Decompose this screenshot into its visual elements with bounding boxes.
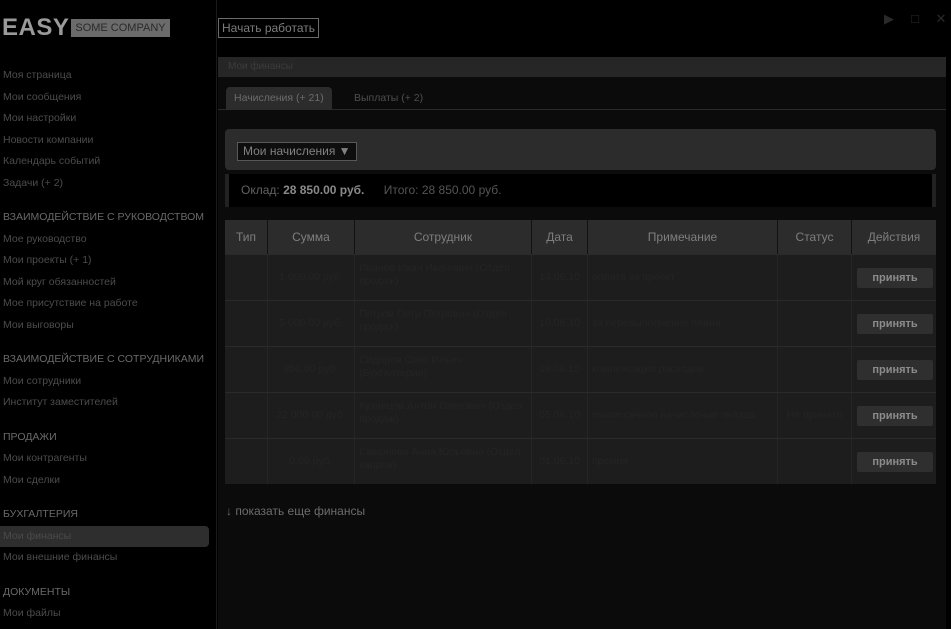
cell-type — [225, 301, 268, 346]
cell-status — [778, 347, 852, 392]
cell-type — [225, 393, 268, 438]
salary-label: Оклад: — [241, 183, 280, 197]
window-controls: ▶ □ ✕ — [879, 11, 951, 27]
show-more-finances-link[interactable]: ↓ показать еще финансы — [226, 504, 365, 518]
table-header: Тип Сумма Сотрудник Дата Примечание Стат… — [225, 220, 936, 254]
table-row: 5 000.00 руб. Петров Петр Петрович (Отде… — [225, 300, 936, 346]
column-header-actions: Действия — [867, 230, 921, 244]
logo-subtitle: SOME COMPANY — [71, 19, 170, 37]
sidebar-item-my-finances[interactable]: Мои финансы — [0, 525, 209, 547]
cell-sum: 1 000.00 руб. — [268, 255, 355, 300]
cell-status — [778, 301, 852, 346]
sidebar-nav: Моя страница Мои сообщения Мои настройки… — [0, 65, 212, 625]
sidebar-item-news[interactable]: Новости компании — [0, 130, 212, 152]
column-header-date: Дата — [532, 220, 588, 254]
sidebar-item-my-employees[interactable]: Мои сотрудники — [0, 371, 212, 393]
cell-sum: 850.00 руб. — [268, 347, 355, 392]
salary-summary: Оклад: 28 850.00 руб. Итого: 28 850.00 р… — [225, 174, 936, 207]
sidebar-item-files[interactable]: Мои файлы — [0, 603, 212, 625]
cell-employee[interactable]: Сидоров Олег Ильич (Бухгалтерия) — [355, 347, 532, 392]
table-row: 22 000.00 руб. Кузнецов Антон Олегович (… — [225, 392, 936, 438]
column-header-status: Статус — [778, 220, 852, 254]
sidebar-section-documents: ДОКУМЕНТЫ — [3, 585, 71, 598]
table-row: 0.00 руб. Смирнова Анна Юрьевна (Отдел к… — [225, 438, 936, 484]
cell-status — [778, 439, 852, 484]
play-icon[interactable]: ▶ — [879, 11, 899, 27]
logo-text: EASY — [2, 14, 70, 41]
sidebar-item-reprimands[interactable]: Мои выговоры — [0, 315, 212, 337]
sidebar-item-contractors[interactable]: Мои контрагенты — [0, 448, 212, 470]
cell-employee[interactable]: Смирнова Анна Юрьевна (Отдел кадров) — [355, 439, 532, 484]
column-header-sum: Сумма — [268, 220, 355, 254]
cell-note: компенсация расходов — [588, 347, 778, 392]
cell-status: Не принято — [778, 393, 852, 438]
accept-button[interactable]: принять — [857, 268, 933, 288]
start-work-button[interactable]: Начать работать — [218, 18, 319, 38]
accept-button[interactable]: принять — [857, 360, 933, 380]
sidebar-section-employees: ВЗАИМОДЕЙСТВИЕ С СОТРУДНИКАМИ — [3, 353, 205, 365]
sidebar: EASY SOME COMPANY Моя страница Мои сообщ… — [0, 0, 212, 629]
filter-bar: Мои начисления ▼ — [225, 129, 936, 170]
cell-date: 01.06.10 — [532, 439, 588, 484]
cell-date: 10.06.10 — [532, 301, 588, 346]
cell-note: оплата за проект — [588, 255, 778, 300]
cell-note: за перевыполнение плана — [588, 301, 778, 346]
cell-date: 09.06.10 — [532, 347, 588, 392]
sidebar-item-duties[interactable]: Мой круг обязанностей — [0, 272, 212, 294]
cell-employee[interactable]: Иванов Иван Иванович (Отдел продаж) — [355, 255, 532, 300]
cell-sum: 5 000.00 руб. — [268, 301, 355, 346]
sidebar-item-messages[interactable]: Мои сообщения — [0, 87, 212, 109]
cell-date: 14.06.10 — [532, 255, 588, 300]
table-row: 1 000.00 руб. Иванов Иван Иванович (Отде… — [225, 254, 936, 300]
cell-sum: 0.00 руб. — [268, 439, 355, 484]
tab-bar: Начисления (+ 21) Выплаты (+ 2) — [218, 87, 946, 110]
accept-button[interactable]: принять — [857, 314, 933, 334]
accruals-filter-select[interactable]: Мои начисления ▼ — [237, 142, 357, 161]
cell-note: ежемесячное начисление оклада — [588, 393, 778, 438]
accept-button[interactable]: принять — [857, 406, 933, 426]
sidebar-item-deals[interactable]: Мои сделки — [0, 470, 212, 492]
finances-panel: Мои финансы Начисления (+ 21) Выплаты (+… — [218, 57, 946, 629]
column-header-type: Тип — [225, 220, 268, 254]
sidebar-divider — [216, 0, 217, 629]
salary-value: 28 850.00 руб. — [283, 183, 365, 197]
total-value: Итого: 28 850.00 руб. — [383, 183, 502, 197]
close-icon[interactable]: ✕ — [931, 11, 951, 27]
cell-status — [778, 255, 852, 300]
sidebar-item-my-management[interactable]: Мое руководство — [0, 229, 212, 251]
cell-type — [225, 255, 268, 300]
sidebar-item-deputies[interactable]: Институт заместителей — [0, 392, 212, 414]
cell-employee[interactable]: Петров Петр Петрович (Отдел продаж) — [355, 301, 532, 346]
sidebar-item-calendar[interactable]: Календарь событий — [0, 151, 212, 173]
cell-sum: 22 000.00 руб. — [268, 393, 355, 438]
column-header-note: Примечание — [588, 220, 778, 254]
sidebar-item-attendance[interactable]: Мое присутствие на работе — [0, 293, 212, 315]
cell-type — [225, 347, 268, 392]
maximize-icon[interactable]: □ — [905, 11, 925, 27]
finances-table: Тип Сумма Сотрудник Дата Примечание Стат… — [225, 220, 936, 484]
accept-button[interactable]: принять — [857, 452, 933, 472]
column-header-employee: Сотрудник — [355, 220, 532, 254]
sidebar-section-sales: ПРОДАЖИ — [3, 430, 57, 443]
sidebar-section-management: ВЗАИМОДЕЙСТВИЕ С РУКОВОДСТВОМ — [3, 211, 205, 223]
sidebar-item-tasks[interactable]: Задачи (+ 2) — [0, 173, 212, 195]
sidebar-item-my-projects[interactable]: Мои проекты (+ 1) — [0, 250, 212, 272]
cell-type — [225, 439, 268, 484]
sidebar-item-my-page[interactable]: Моя страница — [0, 65, 212, 87]
tab-accruals[interactable]: Начисления (+ 21) — [226, 87, 332, 110]
sidebar-item-external-finances[interactable]: Мои внешние финансы — [0, 547, 212, 569]
cell-note: премия — [588, 439, 778, 484]
sidebar-section-accounting: БУХГАЛТЕРИЯ — [3, 508, 78, 520]
table-row: 850.00 руб. Сидоров Олег Ильич (Бухгалте… — [225, 346, 936, 392]
panel-title: Мои финансы — [218, 57, 946, 77]
tab-payments[interactable]: Выплаты (+ 2) — [346, 87, 431, 110]
logo[interactable]: EASY SOME COMPANY — [2, 16, 170, 40]
cell-employee[interactable]: Кузнецов Антон Олегович (Отдел продаж) — [355, 393, 532, 438]
cell-date: 05.06.10 — [532, 393, 588, 438]
sidebar-item-settings[interactable]: Мои настройки — [0, 108, 212, 130]
